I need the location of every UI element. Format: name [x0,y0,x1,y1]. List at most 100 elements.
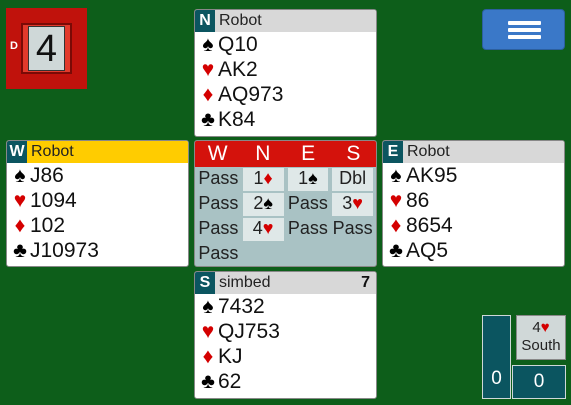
bid-cell: Pass [198,218,239,238]
seat-label: W [7,141,27,163]
spades-cards[interactable]: AK95 [406,164,457,187]
bid-suit-red-icon: ♥ [262,218,274,238]
diamond-icon: ♦ [14,214,26,237]
spade-icon: ♠ [14,164,26,187]
clubs-line: ♣ AQ5 [383,238,564,263]
seat-label: S [195,272,215,294]
bid-cell: Pass [332,218,373,238]
bid-cell [241,242,286,266]
clubs-cards[interactable]: AQ5 [406,239,448,262]
bid-cell: Pass [198,193,239,213]
bid-suit-black-icon: ♠ [308,168,318,188]
player-name: simbed [219,274,271,291]
bid-suit-red-icon: ♦ [263,168,273,188]
heart-icon: ♥ [13,189,27,212]
seat-label: N [195,10,215,32]
bid-cell [330,242,375,266]
bid-suit-black-icon: ♠ [263,193,273,213]
bid-cell: 1♦ [242,168,284,191]
bid-suit-red-icon: ♥ [352,193,363,213]
bid-cell: 4♥ [242,218,284,241]
hearts-cards[interactable]: QJ753 [218,320,280,343]
hearts-line: ♥ 1094 [7,188,188,213]
hearts-line: ♥ QJ753 [195,319,376,344]
player-name: Robot [31,143,74,160]
bid-cell: Pass [198,243,239,263]
spade-icon: ♠ [390,164,402,187]
spade-icon: ♠ [202,295,214,318]
bid-level: 2 [253,193,264,213]
club-icon: ♣ [201,108,215,131]
east-header: E Robot [383,141,564,163]
north-header: N Robot [195,10,376,32]
diamonds-cards[interactable]: AQ973 [218,83,283,106]
clubs-line: ♣ J10973 [7,238,188,263]
contract-indicator: 4♥ South [516,315,566,360]
hearts-cards[interactable]: AK2 [218,58,258,81]
club-icon: ♣ [389,239,403,262]
tricks-count: 7 [361,274,370,291]
score-ew: 0 [482,315,511,399]
hamburger-icon-line [508,28,541,32]
spades-line: ♠ AK95 [383,163,564,188]
menu-button[interactable] [482,9,565,50]
score-ns-value: 0 [533,371,545,392]
heart-icon: ♥ [540,319,550,336]
diamond-icon: ♦ [202,83,214,106]
contract-level: 4 [532,319,541,336]
clubs-cards[interactable]: 62 [218,370,241,393]
spades-cards[interactable]: Q10 [218,33,258,56]
bid-cell: Pass [198,168,239,188]
spade-icon: ♠ [202,33,214,56]
clubs-line: ♣ K84 [195,107,376,132]
clubs-cards[interactable]: K84 [218,108,255,131]
heart-icon: ♥ [201,58,215,81]
bid-cell: 1♠ [287,168,329,191]
hearts-cards[interactable]: 1094 [30,189,77,212]
heart-icon: ♥ [389,189,403,212]
bid-header-e: E [301,142,316,165]
bidding-header: W N E S [195,141,376,167]
bid-level: 1 [298,168,309,188]
player-name: Robot [219,12,262,29]
bid-cell: 2♠ [242,193,284,216]
west-header: W Robot [7,141,188,163]
clubs-cards[interactable]: J10973 [30,239,99,262]
seat-label: E [383,141,403,163]
diamonds-cards[interactable]: 102 [30,214,65,237]
spades-line: ♠ 7432 [195,294,376,319]
diamonds-line: ♦ 8654 [383,213,564,238]
spades-line: ♠ Q10 [195,32,376,57]
diamonds-cards[interactable]: 8654 [406,214,453,237]
bid-level: 1 [253,168,264,188]
bid-cell: Pass [287,218,328,238]
hamburger-icon-line [508,35,541,39]
bid-cell: Pass [287,193,328,213]
clubs-line: ♣ 62 [195,369,376,394]
bid-cell: Dbl [332,168,373,191]
heart-icon: ♥ [201,320,215,343]
east-hand: E Robot ♠ AK95 ♥ 86 ♦ 8654 ♣ AQ5 [382,140,565,267]
contract-declarer: South [521,337,561,354]
bid-level: 3 [342,193,353,213]
hamburger-icon [508,21,541,25]
bidding-grid: Pass 1♦ 1♠ Dbl Pass 2♠ Pass 3♥ Pass 4♥ Pass Pass Pas… [195,167,376,266]
diamond-icon: ♦ [390,214,402,237]
diamonds-cards[interactable]: KJ [218,345,243,368]
player-name: Robot [407,143,450,160]
bidding-box: W N E S Pass 1♦ 1♠ Dbl Pass 2♠ Pass 3♥ Pass 4♥ Pas… [194,140,377,267]
spades-cards[interactable]: J86 [30,164,64,187]
hearts-line: ♥ 86 [383,188,564,213]
hearts-cards[interactable]: 86 [406,189,429,212]
diamonds-line: ♦ 102 [7,213,188,238]
spades-line: ♠ J86 [7,163,188,188]
spades-cards[interactable]: 7432 [218,295,265,318]
hearts-line: ♥ AK2 [195,57,376,82]
board-indicator: D 4 [6,8,87,89]
diamond-icon: ♦ [202,345,214,368]
west-hand: W Robot ♠ J86 ♥ 1094 ♦ 102 ♣ J10973 [6,140,189,267]
bid-header-n: N [255,142,271,165]
bid-header-w: W [207,142,228,165]
club-icon: ♣ [13,239,27,262]
club-icon: ♣ [201,370,215,393]
